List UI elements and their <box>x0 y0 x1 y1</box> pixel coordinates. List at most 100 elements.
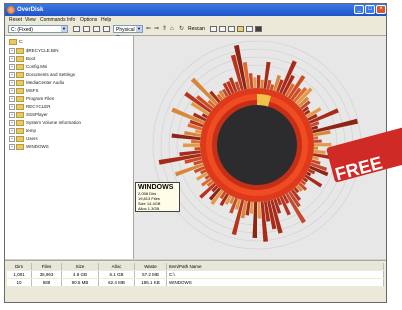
menu-info[interactable]: Info <box>67 16 75 24</box>
expand-icon[interactable]: + <box>9 135 15 142</box>
back-icon[interactable]: ⇐ <box>146 25 151 33</box>
home-icon[interactable]: ⌂ <box>170 25 174 33</box>
table-cell: 6.1 GB <box>99 271 135 278</box>
expand-icon[interactable]: + <box>9 79 15 86</box>
view-icon[interactable] <box>228 26 235 32</box>
close-button[interactable]: × <box>376 5 386 14</box>
print-icon[interactable] <box>210 26 217 32</box>
column-header[interactable]: Item/Path Name <box>167 263 384 270</box>
export-icon[interactable] <box>246 26 253 32</box>
expand-icon[interactable]: + <box>9 55 15 62</box>
minimize-button[interactable]: _ <box>354 5 364 14</box>
forward-icon[interactable]: ⇒ <box>154 25 159 33</box>
up-icon[interactable]: ⇑ <box>162 25 167 33</box>
sunburst-segment <box>191 139 201 144</box>
expand-icon[interactable]: + <box>9 87 15 94</box>
table-row[interactable]: 10 688 90.5 MB 62.4 MB 186.1 KB WINDOWS <box>7 279 384 286</box>
size-mode-select[interactable]: Physical Size ▼ <box>113 25 143 41</box>
tree-item[interactable]: + RECYCLER <box>9 103 51 110</box>
tree-item-label: WINDOWS <box>26 144 49 149</box>
title-bar[interactable]: OverDisk _ □ × <box>5 4 386 16</box>
tree-item-label: Boot <box>26 56 36 61</box>
folder-icon <box>16 95 24 102</box>
expand-icon[interactable]: + <box>9 111 15 118</box>
zoom-icon[interactable] <box>93 26 100 32</box>
tree-item-label: Users <box>26 136 38 141</box>
settings-icon[interactable] <box>103 26 110 32</box>
column-header[interactable]: Alloc <box>99 263 135 270</box>
table-cell: 35,963 <box>32 271 62 278</box>
table-row[interactable]: 1,081 35,963 4.8 GB 6.1 GB 57.2 MB C:\ <box>7 271 384 278</box>
tree-item[interactable]: + Users <box>9 135 38 142</box>
tree-item[interactable]: + SSSPlayer <box>9 111 48 118</box>
sunburst-segment <box>194 147 201 151</box>
expand-icon[interactable]: + <box>9 119 15 126</box>
sunburst-segment <box>313 142 332 147</box>
tree-item-label: temp <box>26 128 37 133</box>
table-cell: 688 <box>32 279 62 286</box>
column-header[interactable]: Waste <box>135 263 167 270</box>
tree-item[interactable]: + $RECYCLE.BIN <box>9 47 59 54</box>
maximize-button[interactable]: □ <box>365 5 375 14</box>
expand-icon[interactable]: + <box>9 47 15 54</box>
folder-icon <box>16 111 24 118</box>
tree-item-root[interactable]: C: <box>9 38 24 45</box>
rescan-icon[interactable]: ↻ <box>179 25 184 33</box>
folder-icon <box>16 103 24 110</box>
tree-item[interactable]: + WINDOWS <box>9 143 49 150</box>
menu-options[interactable]: Options <box>80 16 97 24</box>
expand-icon[interactable]: + <box>9 103 15 110</box>
column-header[interactable]: Dirs <box>7 263 32 270</box>
menu-help[interactable]: Help <box>101 16 111 24</box>
tree-item-label: Program Files <box>26 96 55 101</box>
sunburst-segment <box>257 75 261 89</box>
folder-icon <box>16 79 24 86</box>
expand-icon[interactable]: + <box>9 95 15 102</box>
folder-icon <box>16 143 24 150</box>
tree-item[interactable]: + Config.Msi <box>9 63 47 70</box>
folder-icon <box>16 135 24 142</box>
table-cell: 4.8 GB <box>62 271 99 278</box>
tree-item-label: C: <box>19 39 24 44</box>
expand-icon[interactable]: + <box>9 63 15 70</box>
folder-icon <box>16 63 24 70</box>
expand-icon[interactable]: + <box>9 143 15 150</box>
refresh-icon[interactable] <box>83 26 90 32</box>
expand-icon[interactable]: + <box>9 127 15 134</box>
status-table: Dirs Files Size Alloc Waste Item/Path Na… <box>5 260 386 302</box>
status-header-row: Dirs Files Size Alloc Waste Item/Path Na… <box>7 263 384 270</box>
sunburst-segment <box>313 136 319 140</box>
sunburst-segment <box>182 143 201 148</box>
sunburst-segment <box>253 77 257 89</box>
copy-icon[interactable] <box>219 26 226 32</box>
column-header[interactable]: Size <box>62 263 99 270</box>
open-folder-icon[interactable] <box>237 26 244 32</box>
tree-item[interactable]: + Boot <box>9 55 35 62</box>
tree-item[interactable]: + System Volume Information <box>9 119 81 126</box>
tree-item[interactable]: + MediaCenter Audio <box>9 79 64 86</box>
drive-select[interactable]: C: (Fixed) ▼ <box>8 25 68 33</box>
expand-icon[interactable]: + <box>9 71 15 78</box>
table-cell: 57.2 MB <box>135 271 167 278</box>
folder-up-icon[interactable] <box>73 26 80 32</box>
window-title: OverDisk <box>17 7 44 13</box>
menu-bar: Reset View Commands Info Options Help <box>5 16 386 24</box>
drive-icon <box>9 38 17 45</box>
menu-reset[interactable]: Reset <box>9 16 22 24</box>
folder-icon <box>16 119 24 126</box>
menu-commands[interactable]: Commands <box>40 16 66 24</box>
tree-item[interactable]: + Documents and Settings <box>9 71 75 78</box>
table-cell: 1,081 <box>7 271 32 278</box>
rescan-button[interactable]: Rescan <box>188 25 205 33</box>
table-cell: 90.5 MB <box>62 279 99 286</box>
info-icon[interactable] <box>255 26 262 32</box>
column-header[interactable]: Files <box>32 263 62 270</box>
toolbar: C: (Fixed) ▼ Physical Size ▼ ⇐ ⇒ ⇑ ⌂ ↻ R… <box>5 24 386 41</box>
tree-item[interactable]: + MSFS <box>9 87 39 94</box>
table-cell: WINDOWS <box>167 279 384 286</box>
tree-item[interactable]: + Program Files <box>9 95 54 102</box>
tree-item-label: SSSPlayer <box>26 112 48 117</box>
tree-item[interactable]: + temp <box>9 127 36 134</box>
table-cell: 10 <box>7 279 32 286</box>
menu-view[interactable]: View <box>25 16 36 24</box>
